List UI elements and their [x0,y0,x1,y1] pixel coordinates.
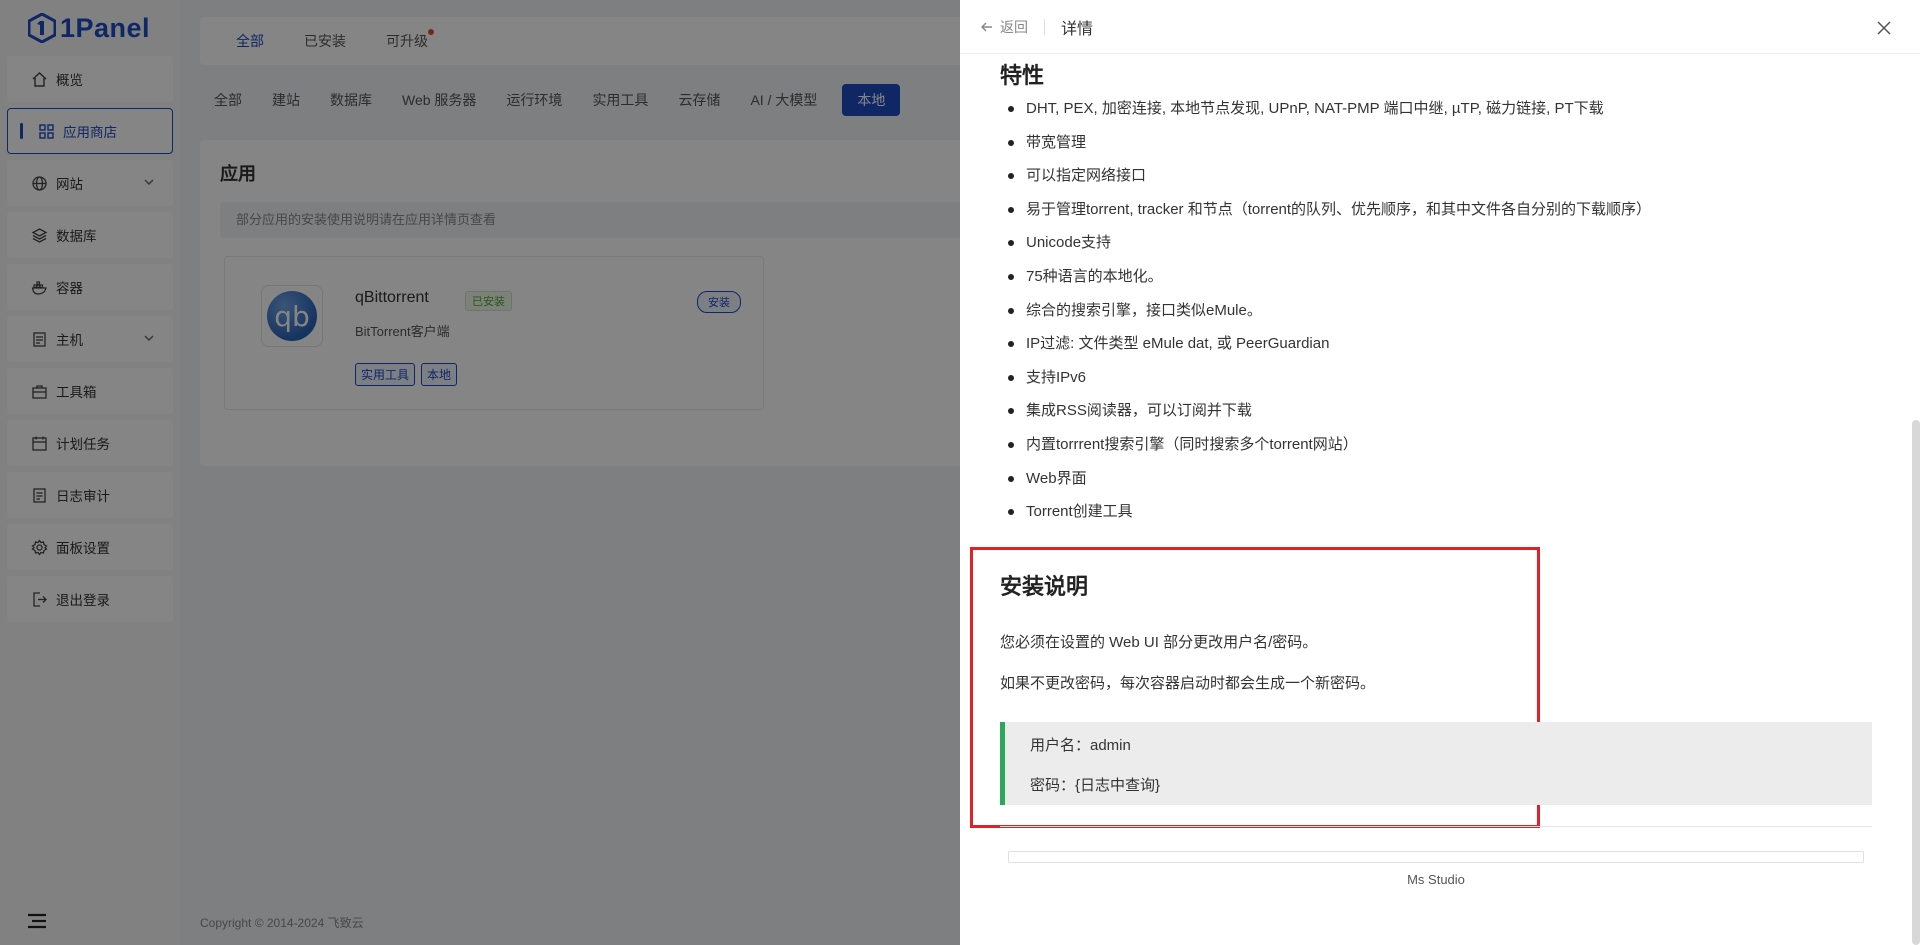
back-button[interactable]: 返回 [1000,17,1028,37]
install-instruction: 如果不更改密码，每次容器启动时都会生成一个新密码。 [1000,675,1376,692]
detail-drawer: 返回 详情 特性 DHT, PEX, 加密连接, 本地节点发现, UPnP, N… [960,0,1920,945]
list-item: Web界面 [1000,462,1651,496]
drawer-header: 返回 详情 [960,0,1920,54]
list-item: 集成RSS阅读器，可以订阅并下载 [1000,394,1651,428]
install-instruction: 您必须在设置的 Web UI 部分更改用户名/密码。 [1000,634,1318,651]
horizontal-scroll-track[interactable] [1008,851,1864,863]
close-icon[interactable] [1876,20,1892,36]
list-item: 易于管理torrent, tracker 和节点（torrent的队列、优先顺序… [1000,193,1651,227]
list-item: Unicode支持 [1000,226,1651,260]
list-item: 支持IPv6 [1000,361,1651,395]
list-item: IP过滤: 文件类型 eMule dat, 或 PeerGuardian [1000,327,1651,361]
list-item: 综合的搜索引擎，接口类似eMule。 [1000,294,1651,328]
author-label: Ms Studio [1407,872,1465,887]
divider [1000,826,1872,827]
drawer-title: 详情 [1061,20,1094,38]
install-heading: 安装说明 [1000,574,1089,599]
features-heading: 特性 [1000,63,1045,88]
list-item: Torrent创建工具 [1000,495,1651,529]
features-list: DHT, PEX, 加密连接, 本地节点发现, UPnP, NAT-PMP 端口… [1000,92,1651,529]
list-item: 内置torrrent搜索引擎（同时搜索多个torrent网站） [1000,428,1651,462]
credentials-blockquote: 用户名：admin 密码：{日志中查询} [1000,722,1872,805]
scrollbar[interactable] [1912,420,1920,945]
list-item: 可以指定网络接口 [1000,159,1651,193]
list-item: DHT, PEX, 加密连接, 本地节点发现, UPnP, NAT-PMP 端口… [1000,92,1651,126]
list-item: 带宽管理 [1000,126,1651,160]
list-item: 75种语言的本地化。 [1000,260,1651,294]
header-divider [1044,18,1045,35]
username-line: 用户名：admin [1030,737,1131,754]
drawer-body: 特性 DHT, PEX, 加密连接, 本地节点发现, UPnP, NAT-PMP… [960,54,1920,945]
modal-overlay[interactable] [0,0,960,945]
password-line: 密码：{日志中查询} [1030,777,1161,794]
back-arrow-icon[interactable] [980,20,994,34]
